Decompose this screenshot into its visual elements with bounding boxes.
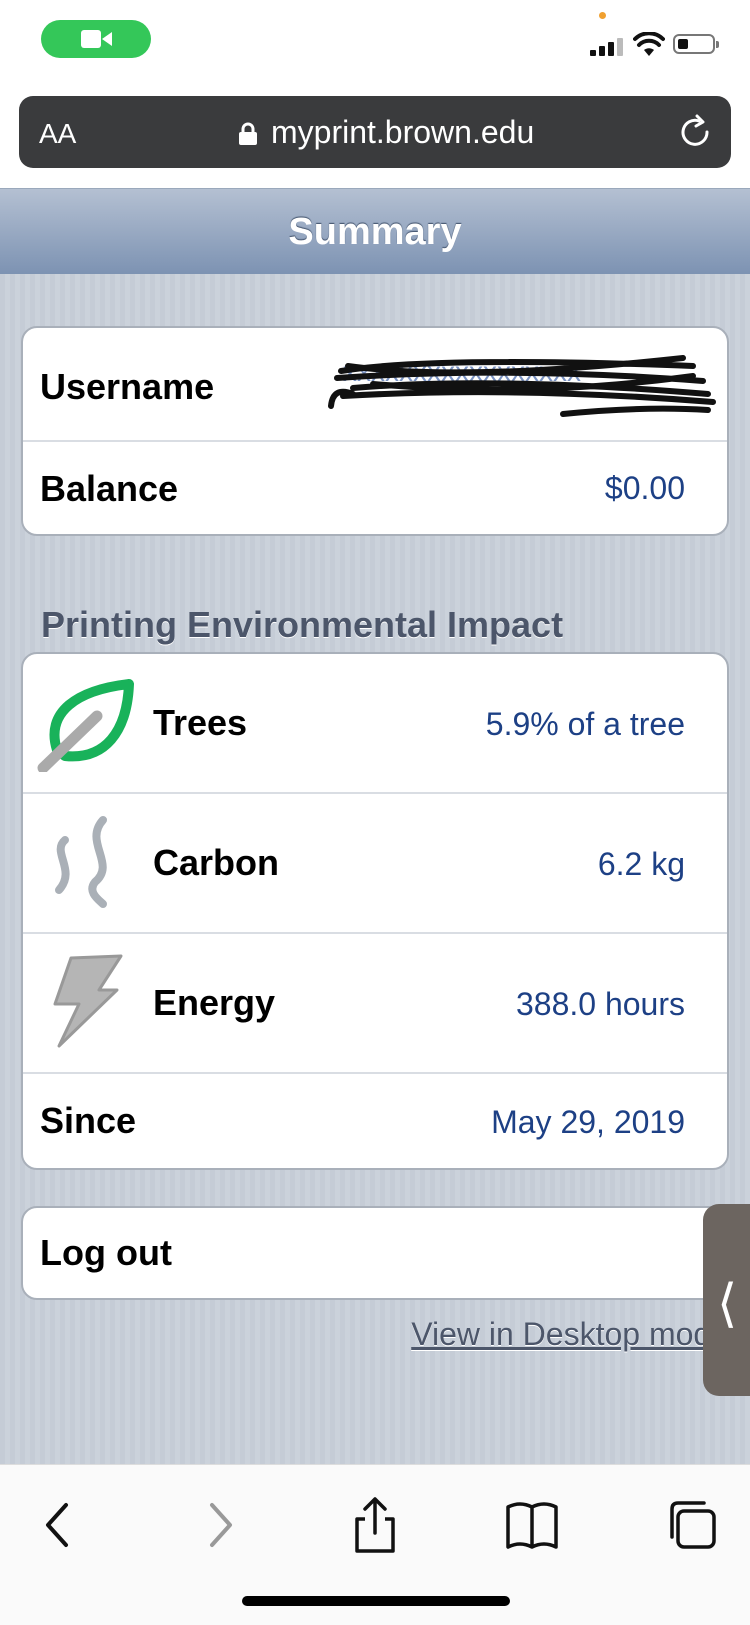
energy-value: 388.0 hours — [515, 986, 685, 1022]
page-title: Summary — [288, 211, 462, 253]
lock-icon — [239, 122, 257, 145]
tabs-icon[interactable] — [662, 1495, 722, 1555]
main-content: Username xxxxxxxxxxxxxxxxx Balance $0.00… — [0, 274, 750, 1464]
cellular-signal-icon — [590, 36, 626, 56]
username-row: Username xxxxxxxxxxxxxxxxx — [23, 328, 727, 442]
desktop-mode-link[interactable]: View in Desktop mode — [411, 1316, 729, 1353]
browser-address-area: AA myprint.brown.edu — [0, 92, 750, 188]
energy-row: Energy 388.0 hours — [23, 934, 727, 1074]
logout-label: Log out — [40, 1232, 172, 1273]
trees-row: Trees 5.9% of a tree — [23, 654, 727, 794]
home-indicator — [242, 1596, 510, 1606]
lightning-icon — [53, 954, 123, 1048]
reload-icon[interactable] — [677, 114, 713, 150]
section-title: Printing Environmental Impact — [41, 604, 564, 645]
battery-icon — [673, 34, 719, 54]
since-row: Since May 29, 2019 — [23, 1074, 727, 1168]
back-icon[interactable] — [30, 1495, 90, 1555]
mic-indicator-dot — [599, 12, 606, 19]
impact-group: Trees 5.9% of a tree Carbon 6.2 kg Energ… — [21, 652, 729, 1170]
steam-icon — [55, 816, 107, 908]
logout-group: Log out — [21, 1206, 729, 1300]
balance-label: Balance — [40, 468, 179, 509]
facetime-call-pill[interactable] — [41, 20, 151, 58]
carbon-label: Carbon — [153, 842, 279, 883]
bookmarks-icon[interactable] — [502, 1495, 562, 1555]
share-icon[interactable] — [345, 1495, 405, 1555]
carbon-row: Carbon 6.2 kg — [23, 794, 727, 934]
carbon-value: 6.2 kg — [597, 846, 685, 882]
status-bar — [0, 0, 750, 92]
trees-label: Trees — [153, 702, 248, 743]
logout-button[interactable]: Log out — [23, 1208, 727, 1298]
energy-label: Energy — [153, 982, 276, 1023]
url-text[interactable]: myprint.brown.edu — [271, 114, 534, 151]
username-label: Username — [40, 366, 215, 407]
redacted-username: xxxxxxxxxxxxxxxxx — [328, 355, 716, 417]
leaf-icon — [37, 679, 134, 772]
side-panel-tab[interactable]: ⟨ — [703, 1204, 750, 1396]
forward-icon[interactable] — [188, 1495, 248, 1555]
trees-value: 5.9% of a tree — [485, 706, 685, 742]
balance-row: Balance $0.00 — [23, 442, 727, 534]
page-header: Summary — [0, 188, 750, 276]
account-group: Username xxxxxxxxxxxxxxxxx Balance $0.00 — [21, 326, 729, 536]
address-bar[interactable]: AA myprint.brown.edu — [19, 96, 731, 168]
text-size-button[interactable]: AA — [39, 118, 76, 150]
balance-value: $0.00 — [604, 470, 685, 506]
since-value: May 29, 2019 — [491, 1104, 685, 1140]
chevron-left-icon: ⟨ — [717, 1275, 738, 1333]
video-camera-icon — [81, 30, 101, 48]
since-label: Since — [40, 1100, 137, 1141]
wifi-icon — [633, 32, 665, 56]
